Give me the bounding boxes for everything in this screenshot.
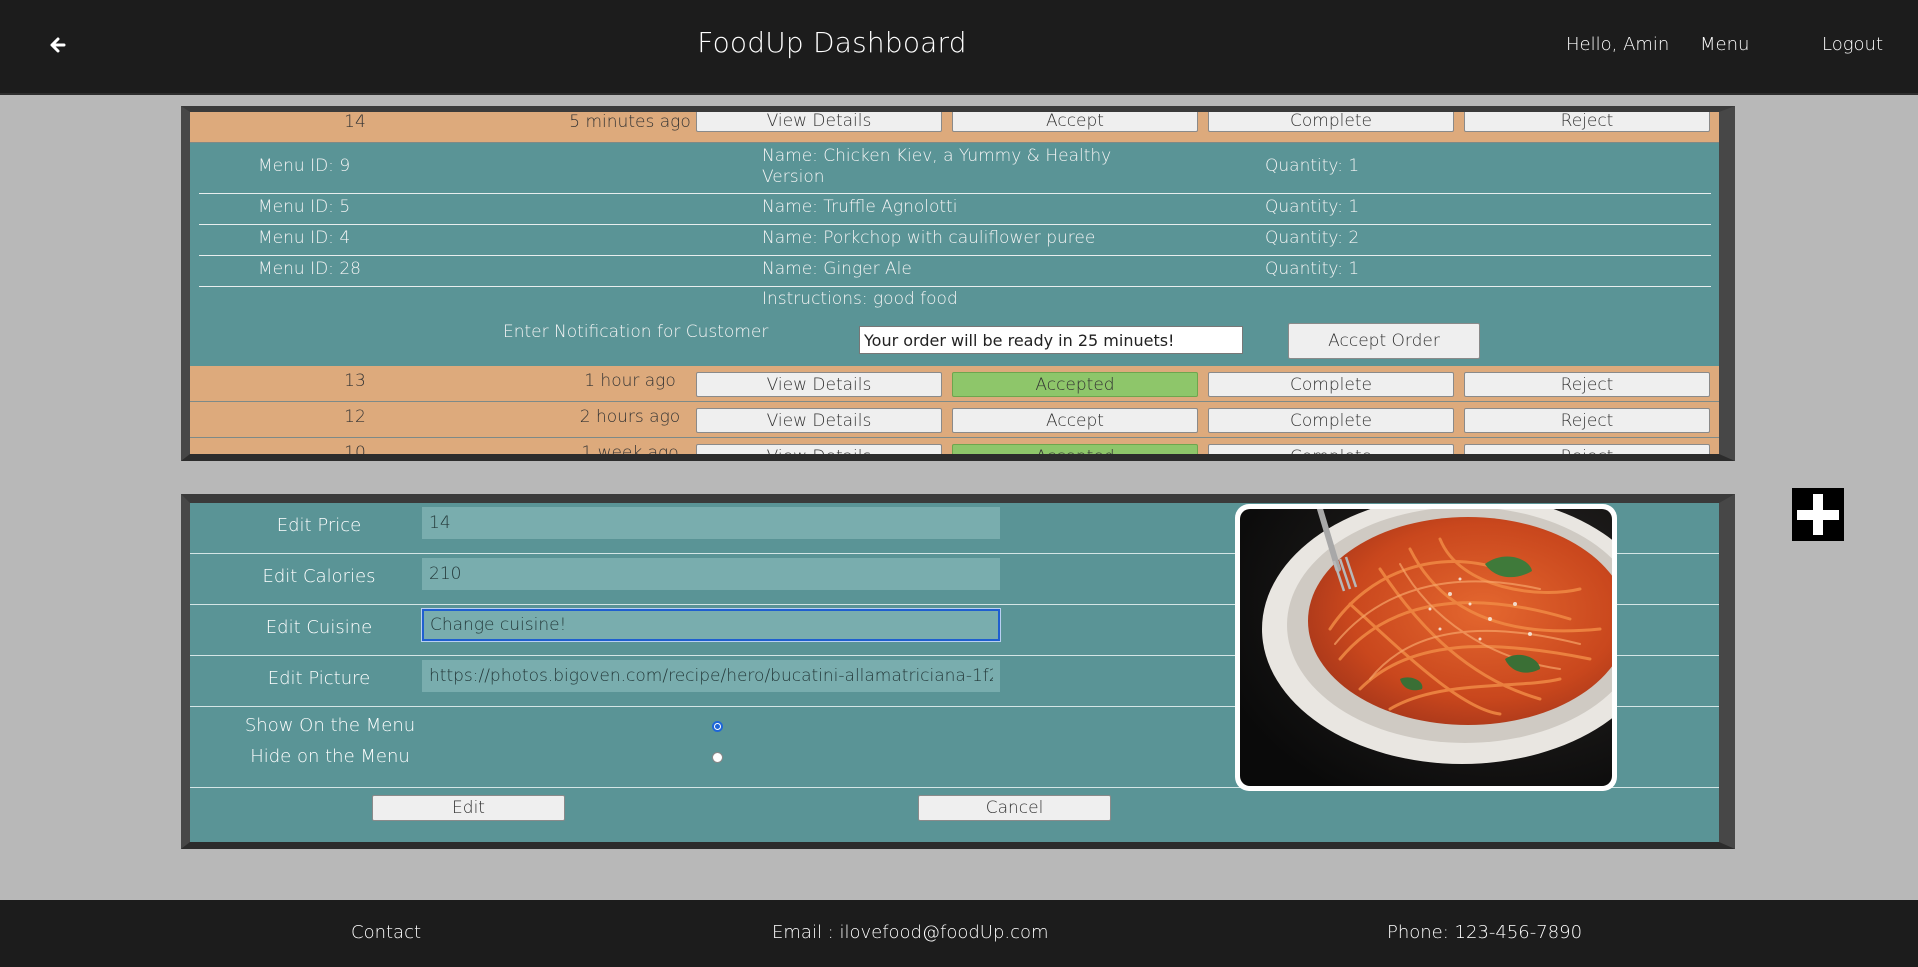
item-quantity: Quantity: 1: [1265, 156, 1360, 176]
top-bar: FoodUp Dashboard Hello, Amin Menu Logout: [0, 0, 1918, 95]
divider: [199, 224, 1711, 225]
edit-price-input[interactable]: [422, 507, 1000, 539]
divider: [199, 255, 1711, 256]
edit-cuisine-input[interactable]: [422, 609, 1000, 641]
reject-button[interactable]: Reject: [1464, 112, 1710, 132]
orders-scrollbar[interactable]: [1725, 112, 1733, 454]
nav-logout-link[interactable]: Logout: [1822, 34, 1883, 55]
plus-icon: [1797, 494, 1839, 535]
complete-button[interactable]: Complete: [1208, 444, 1454, 454]
edit-calories-input[interactable]: [422, 558, 1000, 590]
divider: [199, 193, 1711, 194]
user-greeting: Hello, Amin: [1566, 34, 1670, 55]
edit-picture-label: Edit Picture: [267, 668, 371, 689]
order-row: 12 2 hours ago View Details Accept Compl…: [190, 402, 1719, 438]
order-instructions: Instructions: good food: [762, 289, 958, 309]
contact-email: Email : ilovefood@foodUp.com: [772, 922, 1049, 943]
accept-button[interactable]: Accept: [952, 112, 1198, 132]
edit-price-label: Edit Price: [276, 515, 362, 536]
reject-button[interactable]: Reject: [1464, 372, 1710, 397]
nav-menu-link[interactable]: Menu: [1700, 34, 1749, 55]
page-title: FoodUp Dashboard: [697, 26, 967, 59]
orders-panel[interactable]: 14 5 minutes ago View Details Accept Com…: [181, 106, 1735, 461]
notification-input[interactable]: [859, 326, 1243, 354]
edit-calories-label: Edit Calories: [262, 566, 376, 587]
complete-button[interactable]: Complete: [1208, 372, 1454, 397]
cancel-button[interactable]: Cancel: [918, 795, 1111, 821]
food-picture: [1235, 504, 1617, 791]
divider: [199, 286, 1711, 287]
view-details-button[interactable]: View Details: [696, 112, 942, 132]
edit-picture-input[interactable]: [422, 660, 1000, 692]
item-name: Name: Porkchop with cauliflower puree: [762, 228, 1096, 248]
item-quantity: Quantity: 2: [1265, 228, 1360, 248]
item-menu-id: Menu ID: 4: [258, 228, 351, 248]
hide-on-menu-label: Hide on the Menu: [250, 746, 410, 767]
edit-item-panel[interactable]: Edit Price Edit Calories Edit Cuisine Ed…: [181, 494, 1735, 849]
view-details-button[interactable]: View Details: [696, 408, 942, 433]
contact-phone: Phone: 123-456-7890: [1387, 922, 1583, 943]
order-row: 13 1 hour ago View Details Accepted Comp…: [190, 366, 1719, 402]
notification-label: Enter Notification for Customer: [503, 322, 769, 342]
item-quantity: Quantity: 1: [1265, 197, 1360, 217]
item-quantity: Quantity: 1: [1265, 259, 1360, 279]
order-id: 13: [344, 371, 366, 391]
item-menu-id: Menu ID: 5: [258, 197, 351, 217]
order-id: 14: [344, 112, 366, 132]
order-row: 10 1 week ago View Details Accepted Comp…: [190, 438, 1719, 461]
item-menu-id: Menu ID: 28: [258, 259, 361, 279]
item-menu-id: Menu ID: 9: [258, 156, 351, 176]
accepted-button[interactable]: Accepted: [952, 444, 1198, 454]
accept-order-button[interactable]: Accept Order: [1288, 323, 1480, 359]
complete-button[interactable]: Complete: [1208, 408, 1454, 433]
edit-scroll-thumb[interactable]: [1725, 533, 1733, 608]
accepted-button[interactable]: Accepted: [952, 372, 1198, 397]
reject-button[interactable]: Reject: [1464, 408, 1710, 433]
item-name: Name: Truffle Agnolotti: [762, 197, 958, 217]
contact-label: Contact: [351, 922, 422, 943]
order-row: 14 5 minutes ago View Details Accept Com…: [190, 112, 1719, 143]
complete-button[interactable]: Complete: [1208, 112, 1454, 132]
accept-button[interactable]: Accept: [952, 408, 1198, 433]
edit-button[interactable]: Edit: [372, 795, 565, 821]
reject-button[interactable]: Reject: [1464, 444, 1710, 454]
orders-scroll-track: [1725, 157, 1733, 457]
footer: Contact Email : ilovefood@foodUp.com Pho…: [0, 900, 1918, 967]
show-on-menu-radio[interactable]: [712, 721, 723, 732]
show-on-menu-label: Show On the Menu: [244, 715, 416, 736]
view-details-button[interactable]: View Details: [696, 444, 942, 454]
item-name: Name: Ginger Ale: [762, 259, 912, 279]
hide-on-menu-radio[interactable]: [712, 752, 723, 763]
item-name: Name: Chicken Kiev, a Yummy & Healthy Ve…: [762, 146, 1112, 187]
view-details-button[interactable]: View Details: [696, 372, 942, 397]
order-id: 10: [344, 443, 366, 461]
add-item-button[interactable]: [1792, 488, 1844, 541]
edit-scrollbar[interactable]: [1725, 503, 1733, 842]
edit-cuisine-label: Edit Cuisine: [265, 617, 373, 638]
order-id: 12: [344, 407, 366, 427]
